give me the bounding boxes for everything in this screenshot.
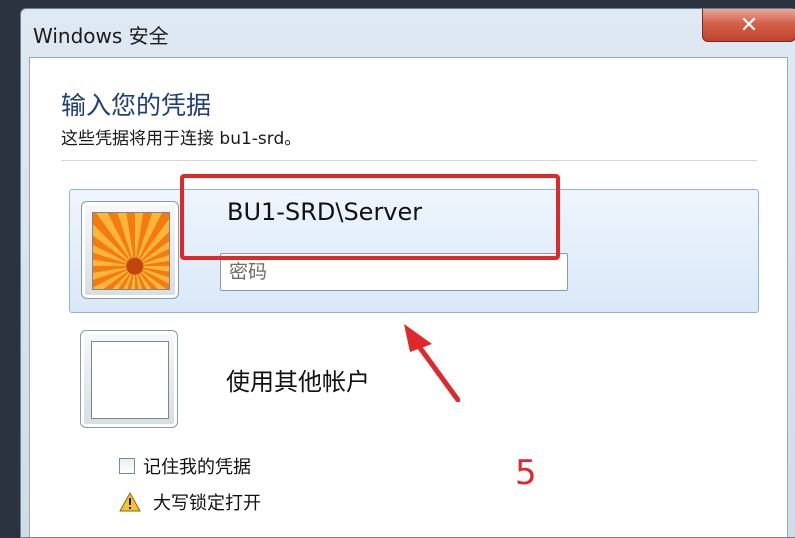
- window-title: Windows 安全: [33, 24, 169, 48]
- title-bar[interactable]: Windows 安全 ✕: [21, 9, 795, 55]
- use-other-account-label: 使用其他帐户: [226, 368, 370, 396]
- annotation-step-number: 5: [515, 453, 537, 493]
- annotation-highlight-box: [180, 174, 560, 260]
- warning-icon: [119, 492, 141, 512]
- avatar: [81, 201, 179, 299]
- capslock-warning: 大写锁定打开: [119, 489, 261, 515]
- remember-credentials-checkbox[interactable]: [119, 458, 135, 474]
- remember-credentials-label: 记住我的凭据: [143, 457, 251, 478]
- blank-avatar-icon: [91, 341, 169, 419]
- capslock-warning-label: 大写锁定打开: [153, 493, 261, 514]
- annotation-arrow-icon: [404, 324, 460, 402]
- close-button[interactable]: ✕: [702, 9, 795, 42]
- flower-avatar-icon: [92, 212, 170, 290]
- avatar-blank: [80, 330, 178, 428]
- divider: [61, 160, 757, 161]
- dialog-heading: 输入您的凭据: [61, 91, 212, 120]
- close-icon: ✕: [739, 12, 759, 38]
- remember-credentials-option[interactable]: 记住我的凭据: [119, 453, 251, 479]
- dialog-subheading: 这些凭据将用于连接 bu1-srd。: [61, 129, 302, 149]
